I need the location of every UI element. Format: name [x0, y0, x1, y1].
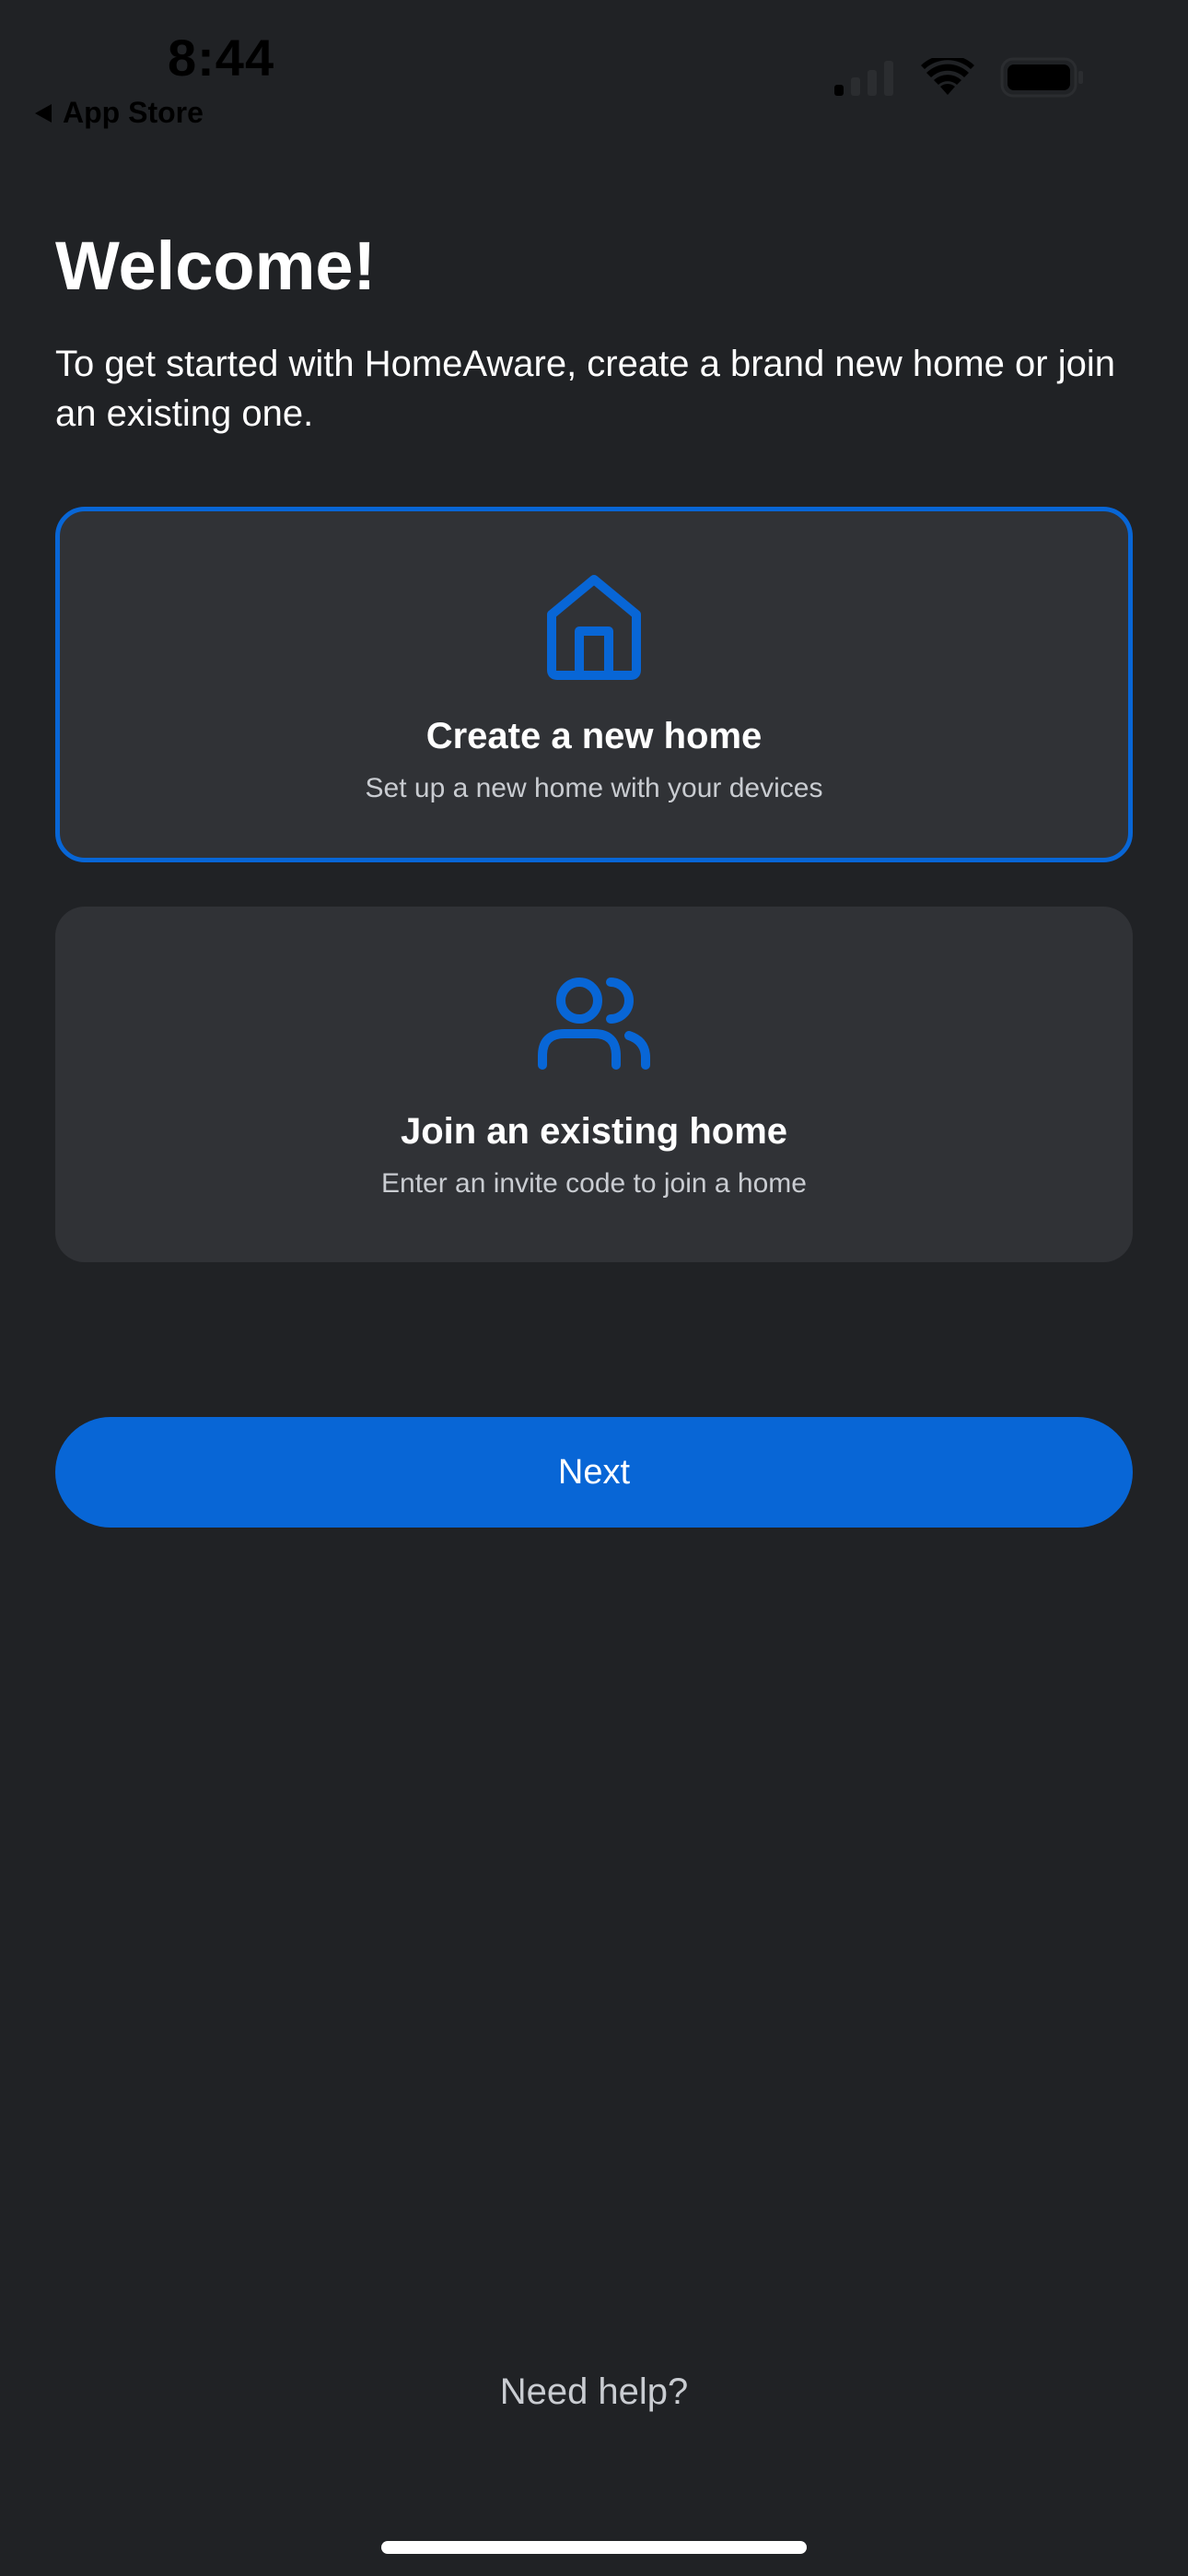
home-indicator[interactable] [381, 2541, 807, 2554]
join-home-description: Enter an invite code to join a home [381, 1168, 807, 1199]
page-title: Welcome! [55, 228, 377, 304]
back-triangle-icon [35, 103, 52, 123]
cellular-signal-icon [834, 61, 893, 96]
house-icon [547, 575, 641, 680]
next-button[interactable]: Next [55, 1417, 1133, 1528]
battery-icon [1000, 57, 1083, 98]
join-home-option-card[interactable]: Join an existing home Enter an invite co… [55, 907, 1133, 1262]
create-home-description: Set up a new home with your devices [365, 773, 823, 803]
back-to-app-store-link[interactable]: App Store [33, 96, 204, 130]
status-time: 8:44 [168, 29, 275, 87]
status-icons [833, 57, 1085, 98]
join-home-title: Join an existing home [400, 1111, 788, 1152]
users-icon [538, 978, 650, 1070]
back-link-label: App Store [63, 96, 204, 129]
need-help-link[interactable]: Need help? [0, 2371, 1188, 2413]
wifi-icon [921, 58, 974, 95]
create-home-title: Create a new home [425, 716, 763, 756]
page-subtitle: To get started with HomeAware, create a … [55, 344, 1115, 434]
welcome-screen: 8:44 App Store Welcome! To get started w… [0, 0, 1188, 2576]
create-home-option-card[interactable]: Create a new home Set up a new home with… [55, 507, 1133, 862]
